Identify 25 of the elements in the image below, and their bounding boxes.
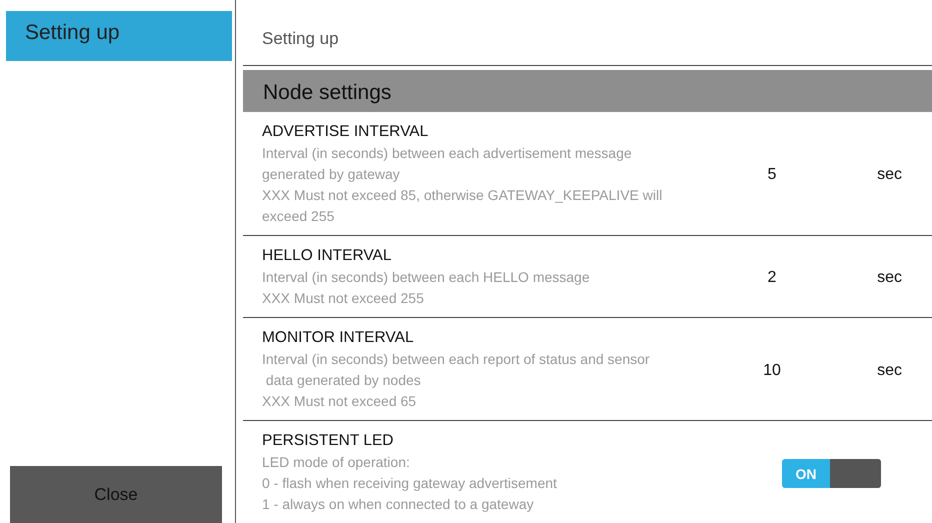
setting-description: XXX Must not exceed 255 [262, 289, 425, 308]
setting-description: Interval (in seconds) between each advertisement message [262, 144, 633, 163]
section-header: Node settings [243, 70, 932, 112]
setting-description: generated by gateway [262, 165, 401, 184]
setting-description: 1 - always on when connected to a gateway [262, 495, 535, 514]
setting-value[interactable]: 10 [732, 362, 812, 380]
sidebar-item[interactable]: Setting up [6, 11, 232, 61]
setting-title: HELLO INTERVAL [262, 247, 393, 265]
breadcrumb: Setting up [243, 0, 932, 66]
setting-description: XXX Must not exceed 65 [262, 392, 418, 411]
setting-value[interactable]: 5 [732, 166, 812, 184]
setting-description: LED mode of operation: [262, 453, 411, 472]
unit-label: sec [876, 269, 902, 287]
setting-description: XXX Must not exceed 85, otherwise GATEWAY_KEEPALIVE will [262, 186, 664, 205]
unit-label: sec [876, 166, 902, 184]
unit-label: sec [876, 362, 902, 380]
setting-title: MONITOR INTERVAL [262, 329, 415, 347]
setting-value[interactable]: 2 [732, 269, 812, 287]
setting-title: PERSISTENT LED [262, 432, 395, 450]
setting-description: Interval (in seconds) between each HELLO message [262, 268, 591, 287]
setting-description: 0 - flash when receiving gateway advertisement [262, 474, 558, 493]
setting-description: Interval (in seconds) between each report of status and sensor [262, 350, 651, 369]
setting-title: ADVERTISE INTERVAL [262, 123, 430, 141]
setting-description: exceed 255 [262, 207, 336, 226]
setting-description: data generated by nodes [264, 371, 422, 390]
